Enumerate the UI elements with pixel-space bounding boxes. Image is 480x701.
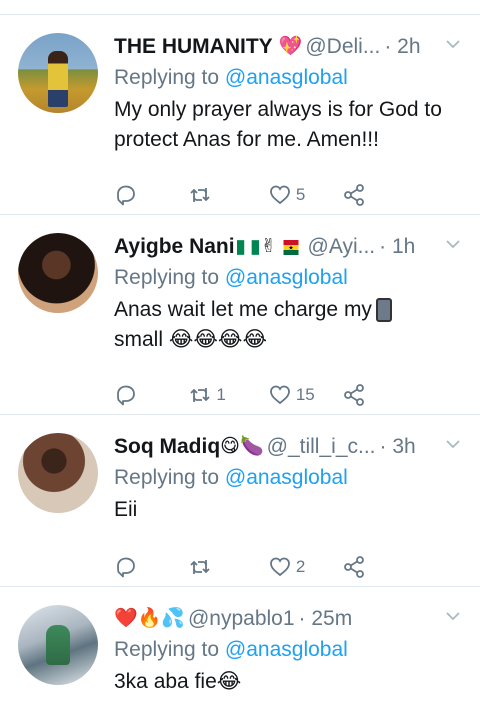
replying-to: Replying to @anasglobal	[114, 63, 466, 93]
share-icon	[344, 184, 365, 206]
tweet-item[interactable]: THE HUMANITY 💖 @Deli... · 2h Replying to…	[0, 15, 480, 215]
tweet-actions: 1 15	[114, 383, 420, 407]
name-emoji: ❤️🔥💦	[114, 608, 185, 629]
reply-icon	[117, 385, 135, 406]
like-count: 2	[295, 557, 306, 576]
tweet-header: Ayigbe Nani ✌ @Ayi... · 1h	[114, 233, 466, 261]
mention-link[interactable]: @anasglobal	[225, 66, 348, 89]
nigeria-flag-icon	[236, 239, 259, 255]
tweet-item[interactable]: Ayigbe Nani ✌ @Ayi... · 1h Replying to @…	[0, 215, 480, 415]
tweet-time[interactable]: · 1h	[379, 233, 415, 261]
tweet-header: ❤️🔥💦 @nypablo1 · 25m	[114, 605, 466, 633]
user-handle[interactable]: @_till_i_c...	[267, 433, 376, 461]
retweet-icon	[190, 560, 211, 574]
share-button[interactable]	[342, 383, 420, 407]
share-icon	[344, 556, 365, 578]
user-name[interactable]: THE HUMANITY	[114, 33, 273, 61]
mention-link[interactable]: @anasglobal	[225, 466, 348, 489]
tweet-text: 3ka aba fie😂	[114, 667, 466, 697]
tweet-header: Soq Madiq 😋🍆 @_till_i_c... · 3h	[114, 433, 466, 461]
replying-to: Replying to @anasglobal	[114, 635, 466, 665]
user-name[interactable]: Ayigbe Nani	[114, 233, 235, 261]
replying-to: Replying to @anasglobal	[114, 463, 466, 493]
chevron-down-icon[interactable]	[446, 237, 460, 251]
avatar[interactable]	[18, 433, 98, 513]
tweet-actions: 2	[114, 555, 420, 579]
user-name[interactable]: Soq Madiq	[114, 433, 220, 461]
avatar[interactable]	[18, 33, 98, 113]
like-icon	[269, 385, 290, 405]
tweet-text-content: 3ka aba fie	[114, 670, 217, 693]
name-emoji: 😋🍆	[220, 436, 264, 457]
share-icon	[344, 384, 365, 406]
tweet-item[interactable]: Soq Madiq 😋🍆 @_till_i_c... · 3h Replying…	[0, 415, 480, 587]
user-handle[interactable]: @Deli...	[305, 33, 380, 61]
replying-prefix: Replying to	[114, 466, 220, 489]
reply-button[interactable]	[114, 555, 188, 579]
tweet-actions: 5	[114, 183, 420, 207]
phone-icon	[375, 298, 392, 323]
reply-button[interactable]	[114, 183, 188, 207]
tweet-text-line1: Anas wait let me charge my	[114, 298, 372, 321]
user-handle[interactable]: @Ayi...	[308, 233, 376, 261]
replying-to: Replying to @anasglobal	[114, 263, 466, 293]
chevron-down-icon[interactable]	[446, 437, 460, 451]
retweet-icon	[190, 388, 211, 402]
share-button[interactable]	[342, 183, 420, 207]
share-button[interactable]	[342, 555, 420, 579]
like-button[interactable]: 5	[268, 183, 342, 207]
tweet-emojis: 😂	[216, 670, 242, 693]
tweet-emojis: 😂😂😂😂	[168, 328, 268, 351]
like-icon	[269, 185, 290, 205]
tweet-text: Eii	[114, 498, 138, 521]
chevron-down-icon[interactable]	[446, 609, 460, 623]
retweet-count: 1	[216, 385, 226, 404]
top-divider	[0, 0, 480, 15]
chevron-down-icon[interactable]	[446, 37, 460, 51]
tweet-time[interactable]: · 25m	[299, 605, 353, 633]
replying-prefix: Replying to	[114, 66, 220, 89]
tweet-header: THE HUMANITY 💖 @Deli... · 2h	[114, 33, 466, 61]
retweet-button[interactable]	[188, 183, 267, 207]
tweet-time[interactable]: · 3h	[380, 433, 416, 461]
tweet-text: Anas wait let me charge my small 😂😂😂😂	[114, 295, 466, 355]
like-button[interactable]: 15	[268, 383, 342, 407]
tweet-text-line2: small	[114, 328, 164, 351]
tweet-time[interactable]: · 2h	[384, 33, 420, 61]
retweet-button[interactable]: 1	[188, 383, 267, 407]
replying-prefix: Replying to	[114, 638, 220, 661]
avatar[interactable]	[18, 605, 98, 685]
ghana-flag-icon	[283, 239, 298, 255]
name-emoji: ✌	[260, 236, 277, 257]
retweet-icon	[190, 188, 211, 202]
reply-button[interactable]	[114, 383, 188, 407]
like-count: 5	[295, 185, 306, 204]
tweet-item[interactable]: ❤️🔥💦 @nypablo1 · 25m Replying to @anasgl…	[0, 587, 480, 701]
tweet-text: My only prayer always is for God to prot…	[114, 98, 442, 151]
reply-icon	[117, 185, 135, 206]
mention-link[interactable]: @anasglobal	[225, 638, 348, 661]
like-count: 15	[295, 385, 315, 404]
name-emoji: 💖	[278, 36, 303, 57]
reply-icon	[117, 557, 135, 578]
avatar[interactable]	[18, 233, 98, 313]
mention-link[interactable]: @anasglobal	[225, 266, 348, 289]
retweet-button[interactable]	[188, 555, 267, 579]
like-button[interactable]: 2	[268, 555, 342, 579]
like-icon	[269, 557, 290, 577]
replying-prefix: Replying to	[114, 266, 220, 289]
user-handle[interactable]: @nypablo1	[188, 605, 295, 633]
